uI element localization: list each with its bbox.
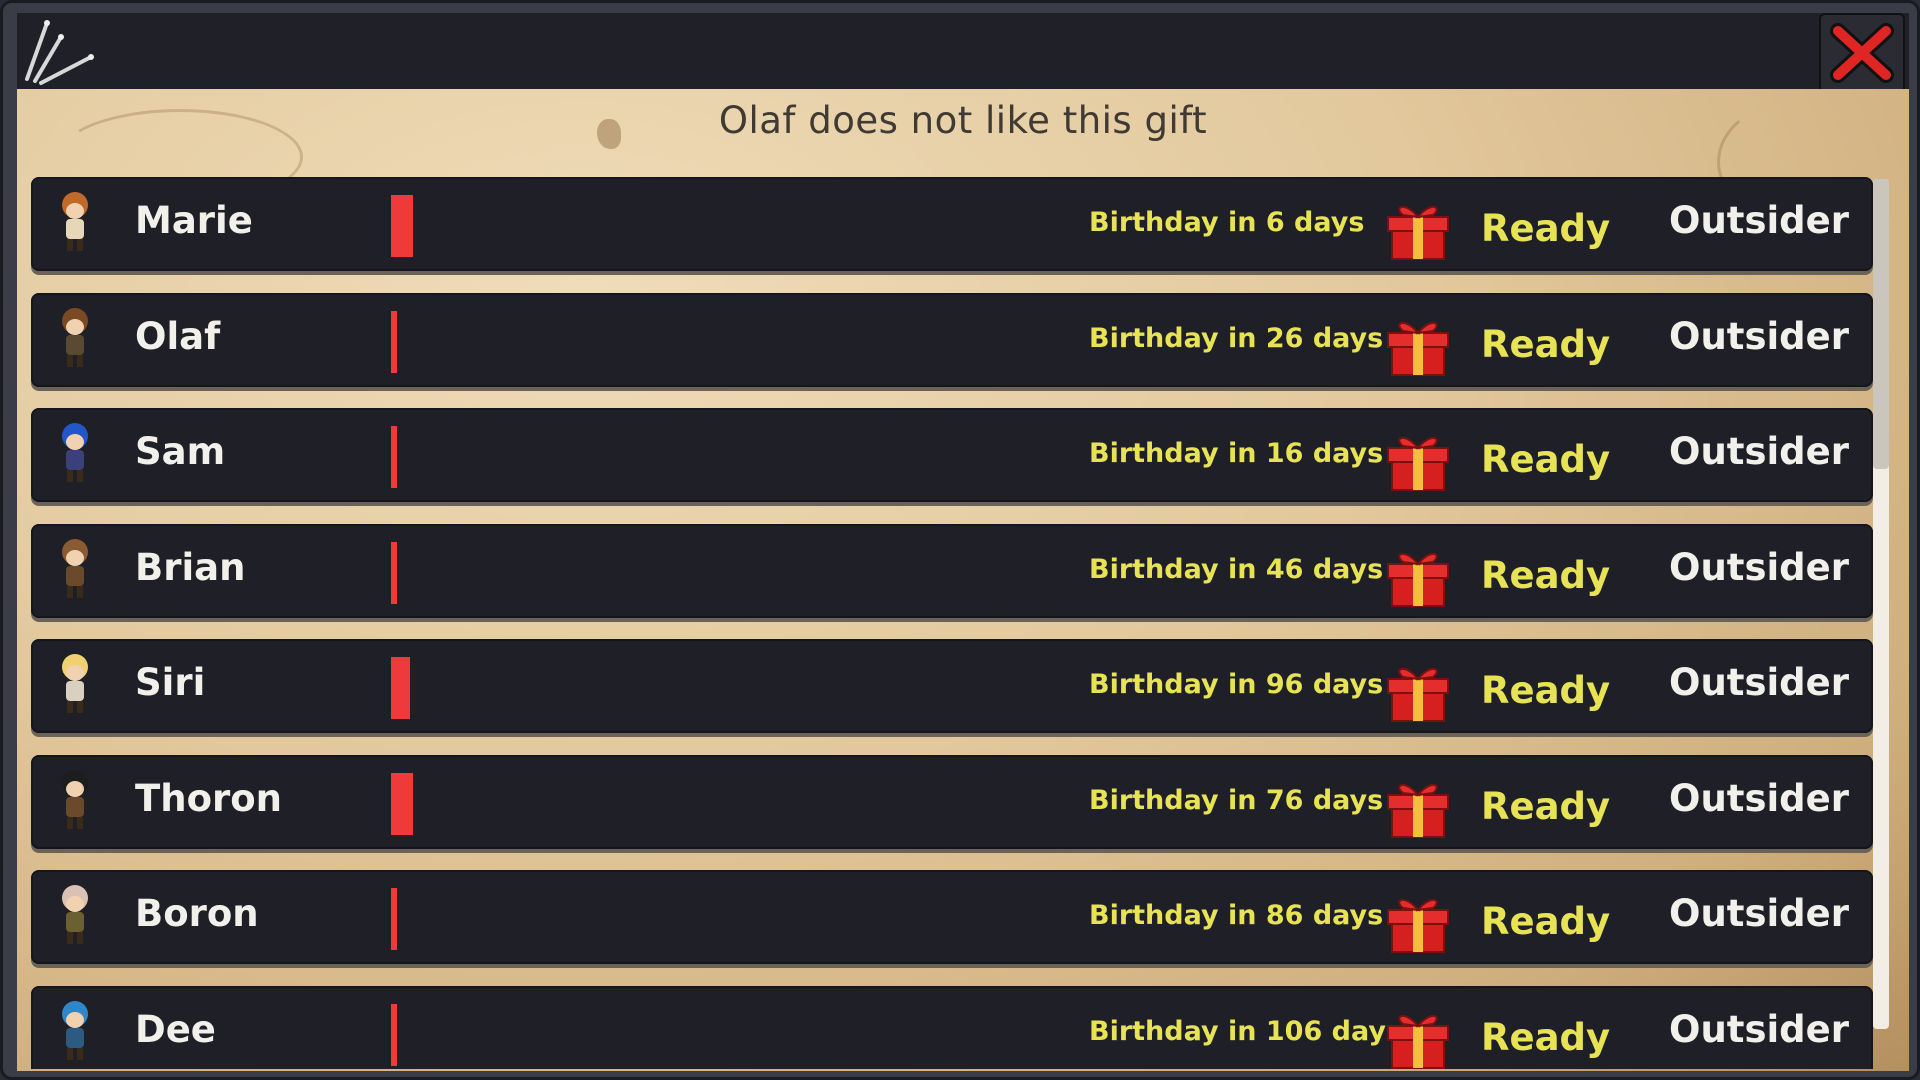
gift-box-icon[interactable] — [1385, 1006, 1451, 1070]
gift-ready-label: Ready — [1481, 207, 1611, 250]
villager-row[interactable]: Dee Birthday in 106 days Ready Outsider — [31, 985, 1873, 1070]
close-button[interactable] — [1819, 13, 1905, 93]
birthday-countdown: Birthday in 16 days — [1089, 438, 1384, 469]
relationship-status: Outsider — [1668, 892, 1849, 935]
villager-portrait — [62, 885, 88, 944]
villager-portrait — [62, 192, 88, 251]
affection-bar — [391, 1003, 397, 1066]
gift-box-icon[interactable] — [1385, 775, 1451, 839]
villager-row[interactable]: Marie Birthday in 6 days Ready Outsider — [31, 177, 1873, 271]
birthday-countdown: Birthday in 6 days — [1089, 207, 1365, 238]
title-bar — [17, 13, 1909, 91]
villager-row[interactable]: Brian Birthday in 46 days Ready Outsider — [31, 523, 1873, 618]
gift-reaction-message: Olaf does not like this gift — [718, 99, 1208, 142]
villager-portrait — [62, 307, 88, 367]
gift-box-icon[interactable] — [1385, 428, 1451, 492]
villager-portrait — [62, 654, 88, 713]
villager-name: Thoron — [135, 776, 283, 820]
gift-ready-label: Ready — [1481, 784, 1611, 828]
gift-ready-label: Ready — [1481, 669, 1611, 712]
relationship-status: Outsider — [1668, 430, 1849, 473]
gift-ready-label: Ready — [1481, 1015, 1611, 1059]
villager-name: Dee — [135, 1007, 216, 1051]
villager-portrait — [62, 769, 88, 829]
scrollbar[interactable] — [1873, 179, 1889, 1029]
villager-name: Sam — [135, 430, 226, 473]
birthday-countdown: Birthday in 86 days — [1089, 900, 1384, 931]
gift-ready-label: Ready — [1481, 900, 1611, 943]
relationship-status: Outsider — [1668, 199, 1849, 242]
relationship-status: Outsider — [1668, 661, 1849, 704]
villager-row[interactable]: Boron Birthday in 86 days Ready Outsider — [31, 870, 1873, 964]
birthday-countdown: Birthday in 76 days — [1089, 784, 1384, 816]
gift-box-icon[interactable] — [1385, 890, 1451, 954]
villager-row[interactable]: Olaf Birthday in 26 days Ready Outsider — [31, 292, 1873, 387]
relationship-status: Outsider — [1668, 1007, 1849, 1051]
villager-list[interactable]: Marie Birthday in 6 days Ready Outsider Ol… — [31, 177, 1873, 1069]
birthday-countdown: Birthday in 46 days — [1089, 553, 1384, 585]
gift-box-icon[interactable] — [1385, 659, 1451, 723]
gift-ready-label: Ready — [1481, 553, 1611, 597]
parchment-panel: Olaf does not like this gift Marie Birthd… — [17, 89, 1909, 1071]
birthday-countdown: Birthday in 106 days — [1089, 1015, 1403, 1047]
villager-name: Olaf — [135, 314, 221, 358]
gift-window: Olaf does not like this gift Marie Birthd… — [0, 0, 1920, 1080]
villager-portrait — [62, 1000, 88, 1060]
birthday-countdown: Birthday in 96 days — [1089, 669, 1384, 700]
villager-row[interactable]: Siri Birthday in 96 days Ready Outsider — [31, 639, 1873, 733]
gift-box-icon[interactable] — [1385, 197, 1451, 261]
gift-box-icon[interactable] — [1385, 313, 1451, 377]
villager-name: Boron — [135, 892, 259, 935]
affection-bar — [391, 657, 410, 719]
scroll-thumb[interactable] — [1873, 179, 1889, 469]
affection-bar — [391, 426, 397, 488]
gift-ready-label: Ready — [1481, 322, 1611, 366]
villager-name: Siri — [135, 661, 206, 704]
affection-bar — [391, 541, 397, 604]
relationship-status: Outsider — [1668, 314, 1849, 358]
affection-bar — [391, 310, 397, 373]
villager-row[interactable]: Sam Birthday in 16 days Ready Outsider — [31, 408, 1873, 502]
quill-icon — [25, 20, 94, 85]
relationship-status: Outsider — [1668, 545, 1849, 589]
close-x-icon — [1830, 23, 1894, 83]
villager-portrait — [62, 423, 88, 482]
relationship-status: Outsider — [1668, 776, 1849, 820]
gift-box-icon[interactable] — [1385, 544, 1451, 608]
villager-portrait — [62, 538, 88, 598]
villager-name: Marie — [135, 199, 253, 242]
affection-bar — [391, 772, 413, 835]
affection-bar — [391, 888, 397, 950]
affection-bar — [391, 195, 413, 257]
villager-row[interactable]: Thoron Birthday in 76 days Ready Outsider — [31, 754, 1873, 849]
villager-name: Brian — [135, 545, 246, 589]
gift-ready-label: Ready — [1481, 438, 1611, 481]
birthday-countdown: Birthday in 26 days — [1089, 322, 1384, 354]
